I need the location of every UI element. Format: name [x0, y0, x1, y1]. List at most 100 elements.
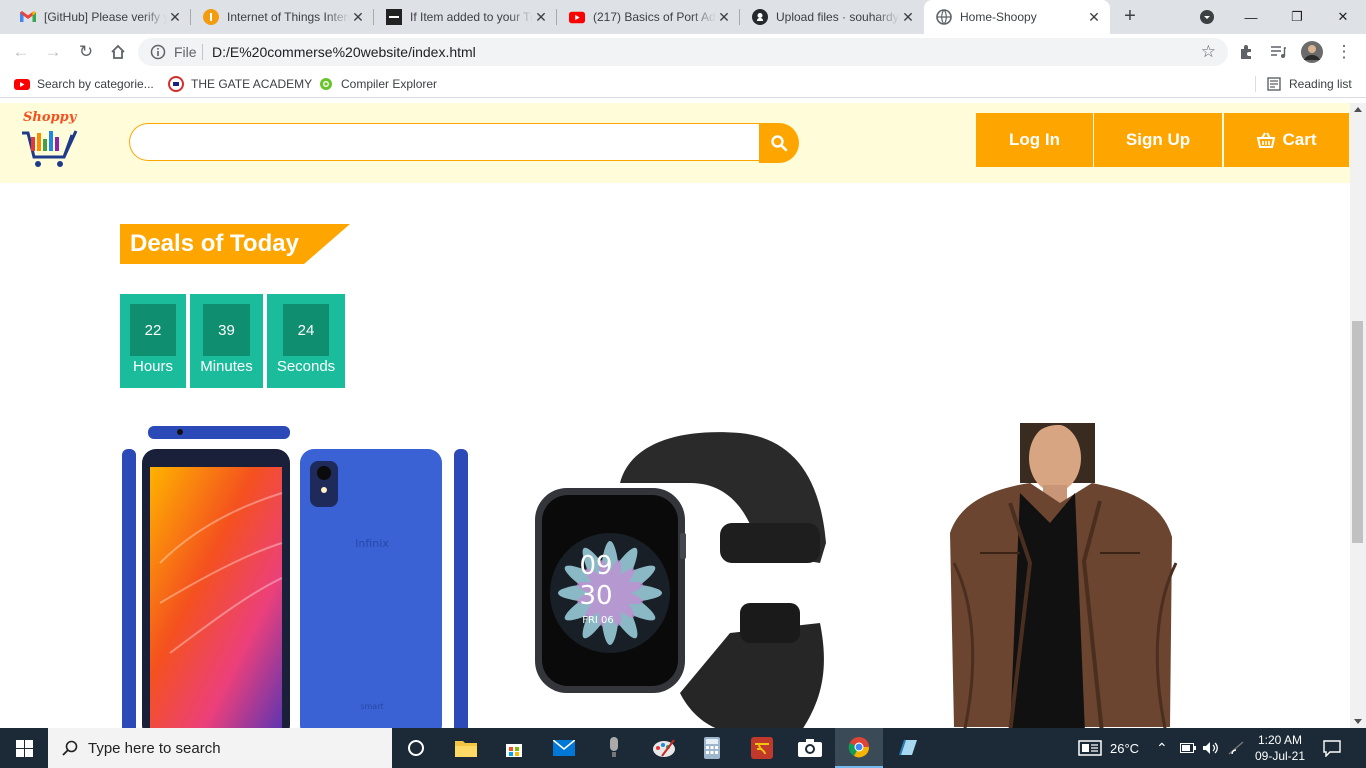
mail-icon[interactable] — [540, 728, 588, 768]
site-logo[interactable]: Shoppy — [20, 107, 80, 171]
info-icon[interactable] — [150, 44, 166, 60]
shopping-basket-icon — [1257, 132, 1276, 148]
search-icon — [771, 135, 788, 152]
news-weather-widget[interactable]: 26°C — [1078, 728, 1139, 768]
scheme-label: File — [174, 44, 197, 60]
forward-arrow-icon[interactable]: → — [41, 40, 65, 64]
login-button[interactable]: Log In — [976, 113, 1093, 167]
tab-search-button[interactable] — [1184, 0, 1230, 34]
bookmark-label: THE GATE ACADEMY — [191, 77, 313, 91]
countdown-value: 22 — [130, 304, 176, 356]
minimize-button[interactable]: — — [1228, 0, 1274, 34]
notes-app-icon[interactable] — [884, 728, 932, 768]
globe-icon — [936, 9, 952, 25]
tab-github-verify[interactable]: [GitHub] Please verify your device ✕ — [8, 0, 191, 34]
show-hidden-icons-button[interactable]: ⌃ — [1156, 728, 1168, 768]
cart-button[interactable]: Cart — [1224, 113, 1349, 167]
scrollbar-thumb[interactable] — [1352, 321, 1363, 543]
extensions-puzzle-icon[interactable] — [1234, 40, 1258, 64]
iot-icon — [203, 9, 219, 25]
reading-list-button[interactable]: Reading list — [1266, 76, 1352, 92]
bookmark-youtube-search[interactable]: Search by categorie... — [14, 76, 154, 92]
voice-recorder-icon[interactable] — [590, 728, 638, 768]
bookmark-compiler-explorer[interactable]: Compiler Explorer — [318, 76, 437, 92]
chrome-taskbar-icon[interactable] — [835, 728, 883, 768]
profile-avatar[interactable] — [1300, 40, 1324, 64]
chrome-menu-icon[interactable]: ⋮ — [1332, 40, 1356, 64]
cortana-icon[interactable] — [392, 728, 440, 768]
taskbar-search-box[interactable]: Type here to search — [48, 728, 392, 768]
signup-button[interactable]: Sign Up — [1094, 113, 1222, 167]
calculator-icon[interactable] — [688, 728, 736, 768]
search-input[interactable] — [129, 123, 759, 161]
phone-image: Infinix smart — [122, 426, 468, 728]
ifttt-icon — [386, 9, 402, 25]
url-text[interactable]: D:/E%20commerse%20website/index.html — [212, 44, 476, 60]
close-icon[interactable]: ✕ — [1086, 9, 1102, 26]
countdown-value: 24 — [283, 304, 329, 356]
battery-icon[interactable] — [1180, 728, 1196, 768]
search-button[interactable] — [759, 123, 799, 163]
scroll-up-arrow-icon[interactable] — [1354, 107, 1362, 112]
scroll-down-arrow-icon[interactable] — [1354, 719, 1362, 724]
bookmark-label: Compiler Explorer — [341, 77, 438, 91]
divider — [202, 44, 203, 60]
network-icon[interactable] — [1228, 728, 1244, 768]
reload-icon[interactable]: ↻ — [74, 40, 98, 64]
camera-icon[interactable] — [786, 728, 834, 768]
countdown-label: Hours — [132, 358, 173, 375]
bookmark-star-icon[interactable]: ☆ — [1201, 42, 1216, 62]
tab-home-shoopy[interactable]: Home-Shoopy ✕ — [924, 0, 1110, 34]
windows-logo-icon — [15, 739, 33, 757]
action-center-button[interactable] — [1322, 728, 1342, 768]
leather-jacket-image — [950, 416, 1178, 728]
close-icon[interactable]: ✕ — [350, 9, 366, 26]
paint-icon[interactable] — [640, 728, 688, 768]
taskbar-search-placeholder: Type here to search — [88, 739, 221, 757]
close-icon[interactable]: ✕ — [900, 9, 916, 26]
weather-temperature: 26°C — [1110, 740, 1140, 756]
web-page: Shoppy Log In Sign Up Cart Deals of Toda… — [0, 103, 1350, 728]
youtube-icon — [14, 76, 30, 92]
tab-github-upload[interactable]: Upload files · souhardya ✕ — [740, 0, 924, 34]
address-bar[interactable]: File D:/E%20commerse%20website/index.htm… — [138, 38, 1228, 66]
home-icon[interactable] — [106, 40, 130, 64]
search-icon — [62, 740, 78, 756]
microsoft-store-icon[interactable] — [490, 728, 538, 768]
tab-title: If Item added to your Trolley — [410, 10, 533, 24]
tab-iot-intern[interactable]: Internet of Things Intern ✕ — [191, 0, 374, 34]
tab-youtube[interactable]: (217) Basics of Port Address ✕ — [557, 0, 740, 34]
volume-icon[interactable] — [1202, 728, 1220, 768]
close-icon[interactable]: ✕ — [533, 9, 549, 26]
product-watch[interactable]: 09 30 FRI 06 — [530, 423, 830, 728]
close-icon[interactable]: ✕ — [716, 9, 732, 26]
divider — [1255, 76, 1256, 92]
windows-start-button[interactable] — [0, 728, 48, 768]
tab-strip: [GitHub] Please verify your device ✕ Int… — [0, 0, 1366, 34]
close-window-button[interactable]: ✕ — [1320, 0, 1366, 34]
bengali-keyboard-icon[interactable] — [738, 728, 786, 768]
media-control-icon[interactable] — [1266, 40, 1290, 64]
close-icon[interactable]: ✕ — [167, 9, 183, 26]
maximize-button[interactable]: ❐ — [1274, 0, 1320, 34]
phone-brand-text: Infinix — [355, 537, 389, 550]
product-phone[interactable]: Infinix smart — [120, 423, 470, 728]
bookmark-label: Search by categorie... — [37, 77, 154, 91]
system-clock[interactable]: 1:20 AM 09-Jul-21 — [1250, 732, 1310, 764]
countdown-minutes: 39 Minutes — [190, 294, 263, 388]
new-tab-button[interactable]: + — [1118, 4, 1142, 28]
gmail-icon — [20, 9, 36, 25]
file-explorer-icon[interactable] — [442, 728, 490, 768]
tab-title: Internet of Things Intern — [227, 10, 350, 24]
tab-ifttt[interactable]: If Item added to your Trolley ✕ — [374, 0, 557, 34]
brand-logo-text: Shoppy — [23, 110, 78, 125]
back-arrow-icon[interactable]: ← — [9, 40, 33, 64]
cart-label: Cart — [1282, 130, 1317, 149]
bookmark-gate-academy[interactable]: THE GATE ACADEMY — [168, 76, 312, 92]
windows-taskbar: Type here to search 26°C ⌃ 1:20 AM 09-Ju… — [0, 728, 1366, 768]
countdown-value: 39 — [203, 304, 250, 356]
compiler-explorer-icon — [318, 76, 334, 92]
vertical-scrollbar[interactable] — [1350, 103, 1366, 728]
phone-model-text: smart — [360, 702, 383, 711]
product-jacket[interactable] — [940, 416, 1190, 728]
